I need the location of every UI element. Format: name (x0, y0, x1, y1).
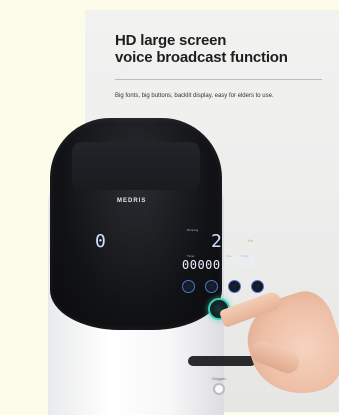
lcd-label: Running (187, 228, 199, 232)
lcd-spo2: 93 (238, 256, 255, 272)
panel-button-3[interactable] (228, 280, 241, 293)
lcd-mode-digit: 0 (95, 231, 107, 252)
lcd-counter: 00000.2 (182, 258, 237, 272)
panel-button-4[interactable] (251, 280, 264, 293)
headline-line-2: voice broadcast function (115, 49, 288, 66)
brand-logo: MEDRIS (117, 198, 147, 204)
oxygen-outlet-port[interactable] (213, 383, 225, 395)
headline-line-1: HD large screen (115, 32, 227, 49)
panel-button-1[interactable] (182, 280, 195, 293)
oxygen-outlet-label: Oxygen (212, 376, 226, 381)
panel-button-2[interactable] (205, 280, 218, 293)
lcd-level-digit: 2 (211, 231, 222, 252)
feature-subline: Big fonts, big buttons, backlit display,… (115, 93, 274, 99)
air-vent-slot (188, 356, 256, 366)
concentrator-lid (72, 142, 200, 190)
headline: HD large screen voice broadcast function (115, 32, 288, 66)
lcd-status-indicator: Hz (248, 238, 253, 243)
divider (115, 79, 322, 80)
